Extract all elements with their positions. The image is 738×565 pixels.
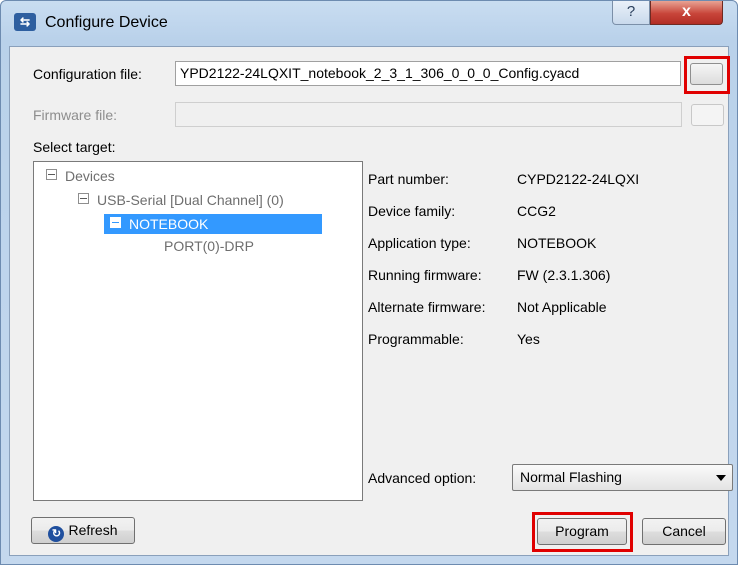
config-file-label: Configuration file: [33, 66, 142, 82]
collapse-icon[interactable] [110, 217, 121, 228]
part-number-label: Part number: [368, 171, 449, 187]
tree-node-usb-serial-label: USB-Serial [Dual Channel] (0) [97, 192, 284, 208]
advanced-option-value: Normal Flashing [520, 469, 622, 485]
advanced-option-select[interactable]: Normal Flashing [512, 464, 733, 491]
advanced-option-label: Advanced option: [368, 470, 477, 486]
title-bar[interactable]: ⇆ Configure Device ? x [1, 1, 737, 45]
alternate-firmware-label: Alternate firmware: [368, 299, 486, 315]
tree-node-devices[interactable]: Devices [46, 168, 115, 184]
programmable-value: Yes [517, 331, 540, 347]
window-title: Configure Device [45, 14, 168, 31]
help-button[interactable]: ? [612, 1, 650, 25]
refresh-button[interactable]: ↻ Refresh [31, 517, 135, 544]
tree-node-port-label: PORT(0)-DRP [164, 238, 254, 254]
browse-highlight [684, 56, 730, 94]
tree-node-notebook-label: NOTEBOOK [129, 216, 209, 232]
part-number-value: CYPD2122-24LQXI [517, 171, 640, 187]
collapse-icon[interactable] [46, 169, 57, 180]
dropdown-arrow-icon[interactable] [716, 475, 726, 481]
application-type-label: Application type: [368, 235, 471, 251]
device-family-value: CCG2 [517, 203, 556, 219]
refresh-button-label: Refresh [68, 522, 118, 538]
select-target-label: Select target: [33, 139, 116, 155]
device-tree[interactable]: Devices USB-Serial [Dual Channel] (0) NO… [33, 161, 363, 501]
running-firmware-value: FW (2.3.1.306) [517, 267, 611, 283]
cancel-button[interactable]: Cancel [642, 518, 726, 545]
config-file-input[interactable]: YPD2122-24LQXIT_notebook_2_3_1_306_0_0_0… [175, 61, 681, 86]
firmware-file-label: Firmware file: [33, 107, 118, 123]
device-icon: ⇆ [14, 13, 36, 31]
application-type-value: NOTEBOOK [517, 235, 597, 251]
collapse-icon[interactable] [78, 193, 89, 204]
program-highlight [532, 512, 633, 552]
firmware-browse-button[interactable] [691, 104, 724, 126]
running-firmware-label: Running firmware: [368, 267, 482, 283]
tree-node-usb-serial[interactable]: USB-Serial [Dual Channel] (0) [78, 192, 284, 208]
tree-node-port[interactable]: PORT(0)-DRP [164, 238, 254, 254]
close-button[interactable]: x [650, 1, 723, 25]
tree-node-devices-label: Devices [65, 168, 115, 184]
device-family-label: Device family: [368, 203, 456, 219]
refresh-icon: ↻ [48, 526, 65, 542]
programmable-label: Programmable: [368, 331, 464, 347]
firmware-file-input[interactable] [175, 102, 682, 127]
tree-node-notebook[interactable]: NOTEBOOK [104, 214, 322, 234]
alternate-firmware-value: Not Applicable [517, 299, 607, 315]
cancel-button-label: Cancel [662, 523, 706, 539]
